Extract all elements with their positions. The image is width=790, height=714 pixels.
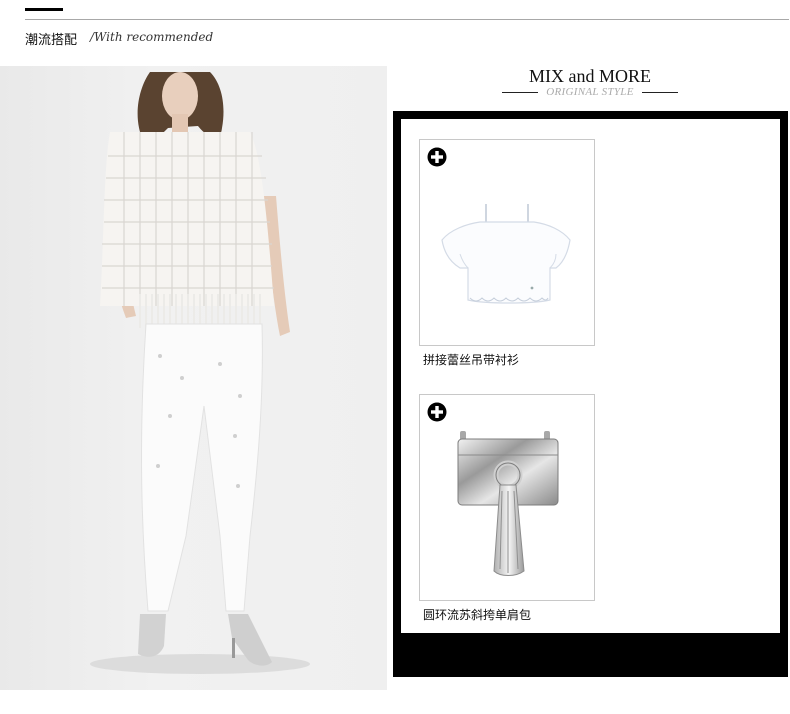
original-style-subtitle: ORIGINAL STYLE xyxy=(495,86,685,98)
subtitle-dash-left xyxy=(502,91,539,93)
product-name-top[interactable]: 拼接蕾丝吊带衬衫 xyxy=(423,351,519,368)
subtitle-dash-right xyxy=(641,91,678,93)
section-title: 潮流搭配 xyxy=(25,33,78,48)
section-subtitle: /With recommended xyxy=(90,30,214,44)
silver-bag-image xyxy=(457,431,559,576)
model-photo[interactable] xyxy=(0,66,387,690)
product-card-top[interactable] xyxy=(419,139,595,346)
product-name-bag[interactable]: 圆环流苏斜挎单肩包 xyxy=(423,606,531,623)
model-illustration xyxy=(90,72,310,674)
white-top-image xyxy=(441,204,571,304)
mix-and-more-title: MIX and MORE xyxy=(529,66,651,86)
subtitle-text: ORIGINAL STYLE xyxy=(546,86,634,98)
header-accent-bar xyxy=(25,8,63,11)
header-divider xyxy=(25,19,789,20)
product-card-bag[interactable] xyxy=(419,394,595,601)
